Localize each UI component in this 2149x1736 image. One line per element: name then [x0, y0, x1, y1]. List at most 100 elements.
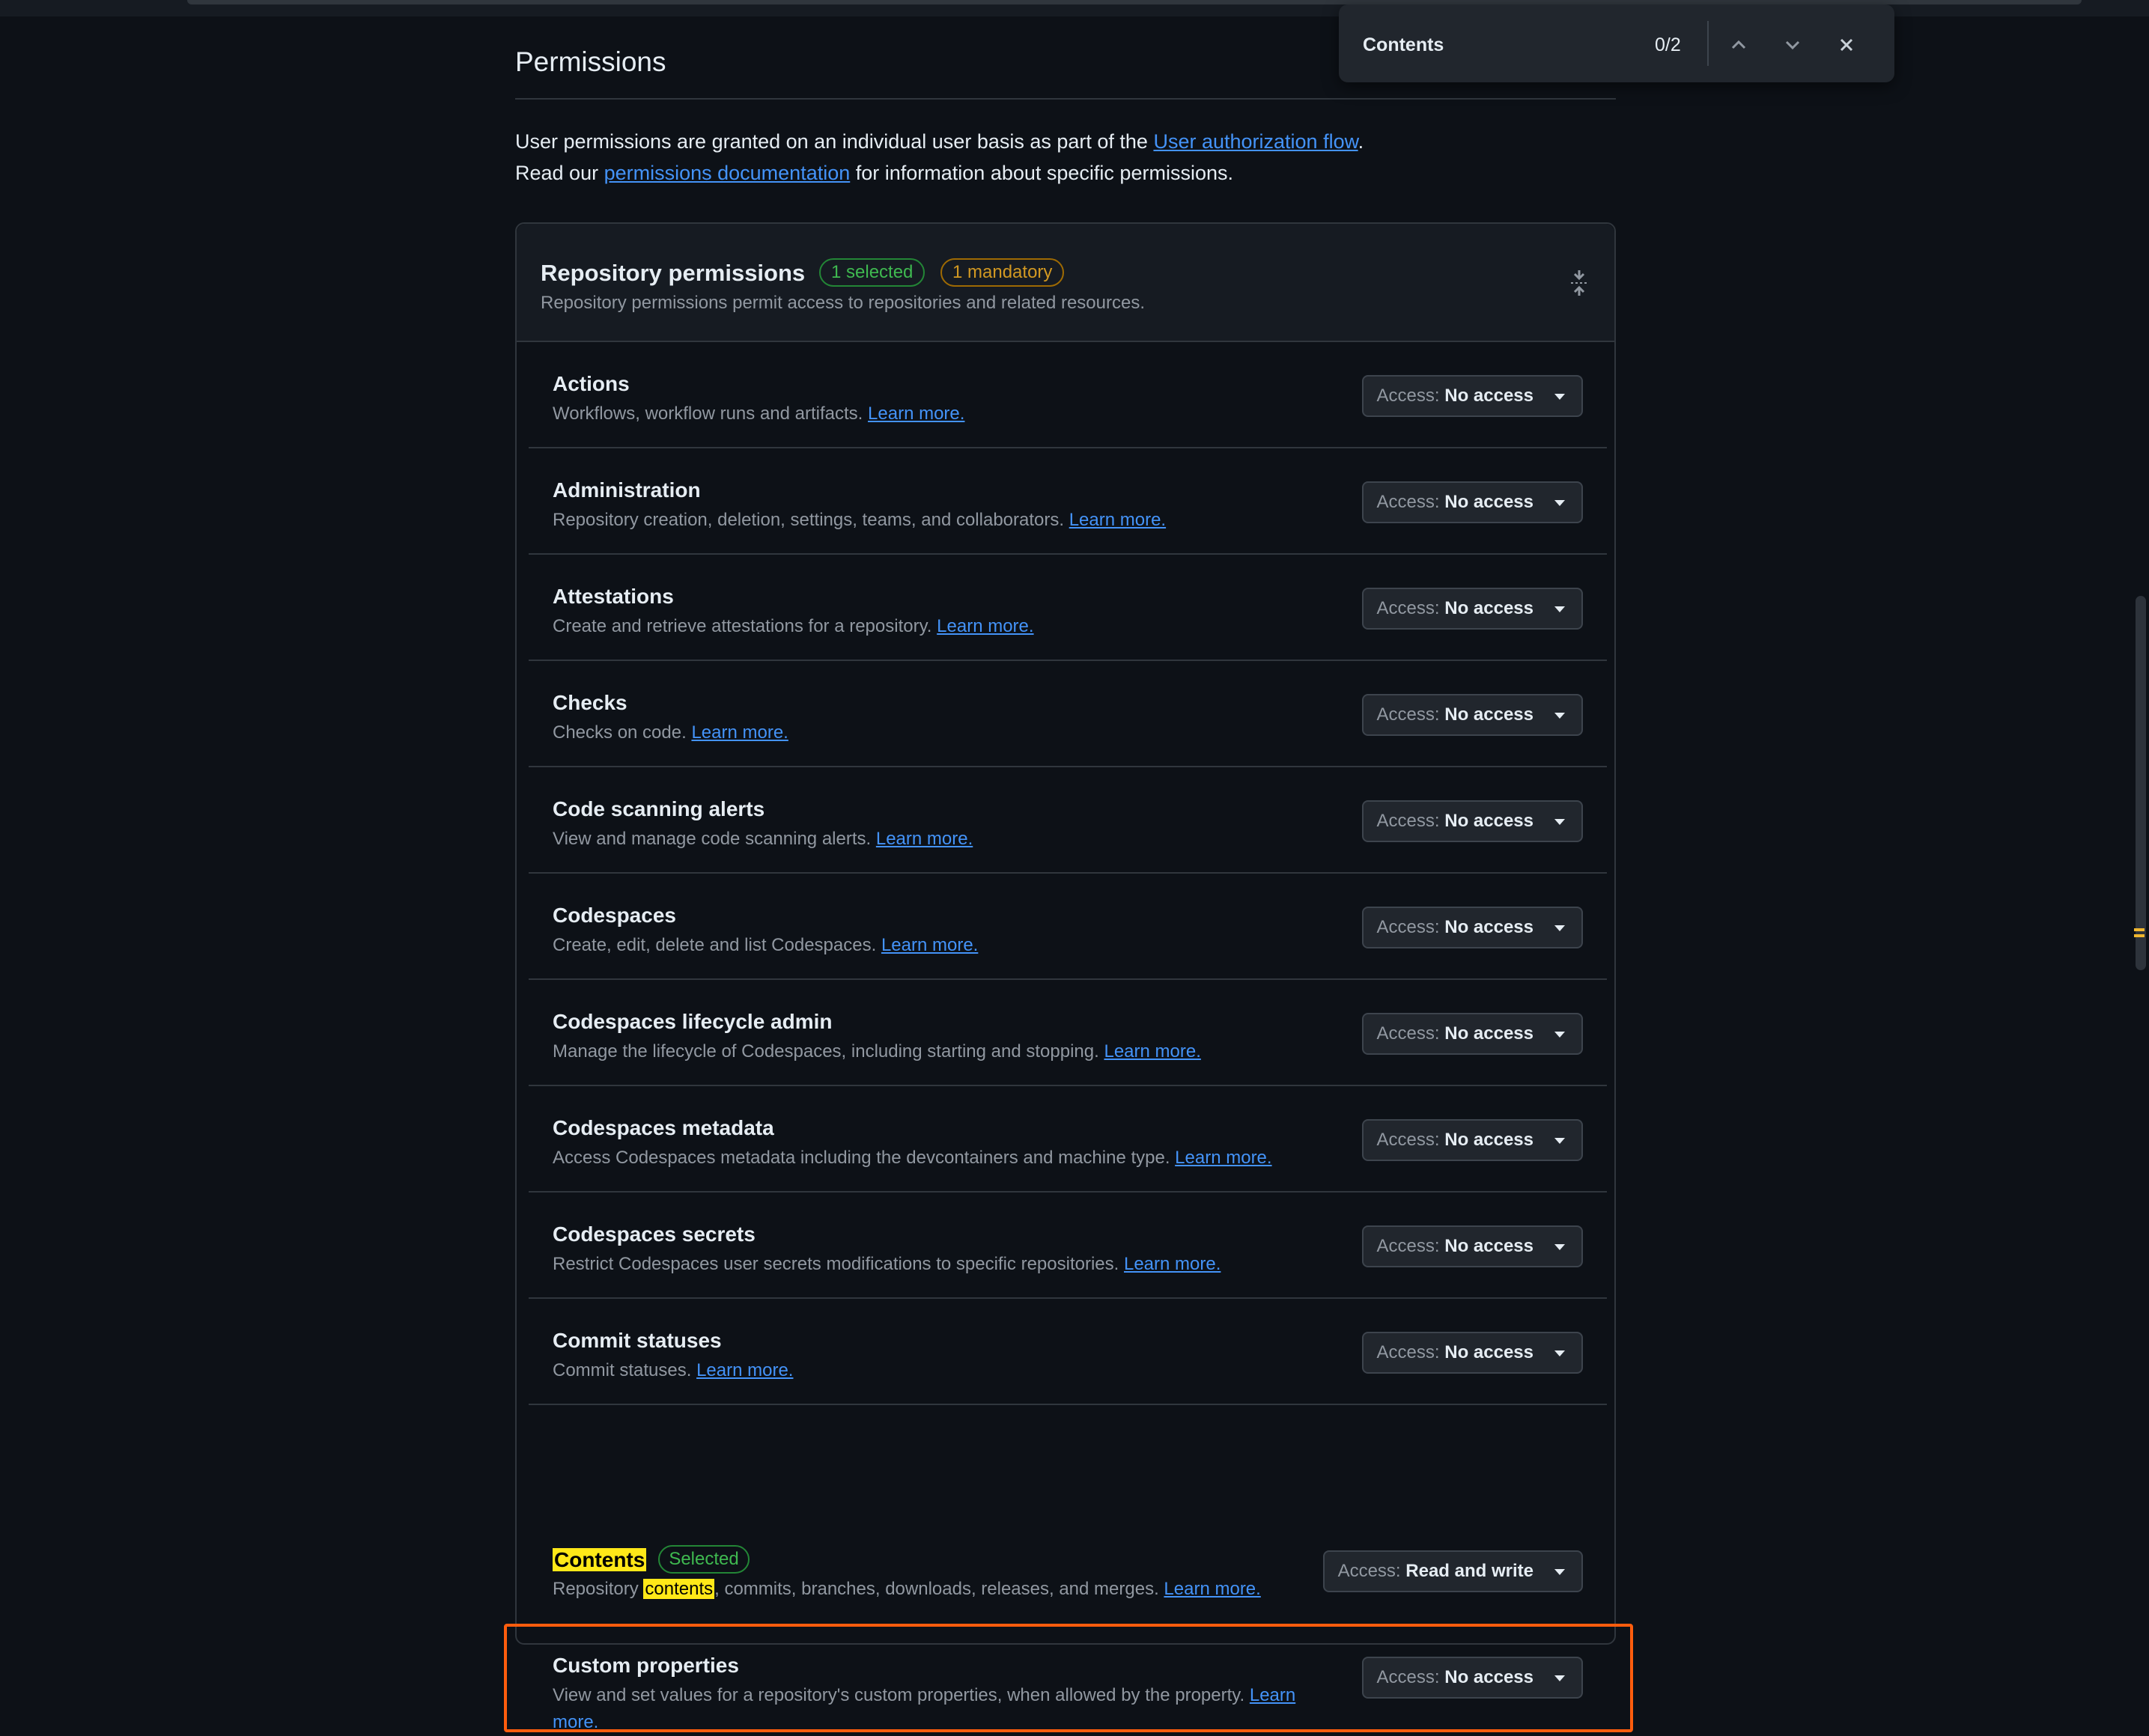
permission-description: Manage the lifecycle of Codespaces, incl… [553, 1038, 1346, 1065]
permission-description: Repository creation, deletion, settings,… [553, 507, 1346, 534]
access-value: No access [1444, 598, 1534, 618]
access-label: Access: [1376, 1342, 1440, 1362]
access-dropdown[interactable]: Access: No access [1361, 588, 1583, 630]
permission-description: Checks on code. Learn more. [553, 719, 1346, 746]
permission-name: Codespaces [553, 904, 676, 927]
intro-text: for information about specific permissio… [850, 162, 1233, 184]
permission-name: Code scanning alerts [553, 797, 765, 820]
permission-name: Codespaces secrets [553, 1222, 756, 1246]
desc-text: Workflows, workflow runs and artifacts. [553, 403, 863, 424]
permission-description: Access Codespaces metadata including the… [553, 1145, 1346, 1172]
access-value: No access [1444, 1023, 1534, 1044]
triangle-down-icon [1554, 1675, 1565, 1681]
find-highlight: contents [643, 1579, 715, 1599]
permission-row: Commit statuses Commit statuses. Learn mo… [529, 1299, 1607, 1405]
find-input[interactable]: Contents [1363, 34, 1444, 56]
close-icon[interactable] [1832, 30, 1861, 60]
permissions-intro: User permissions are granted on an indiv… [515, 126, 1616, 189]
access-label: Access: [1376, 386, 1440, 406]
permission-name: Checks [553, 691, 627, 714]
learn-more-link[interactable]: Learn more. [1164, 1579, 1260, 1599]
permission-name: Administration [553, 478, 701, 502]
selected-badge: Selected [658, 1545, 750, 1574]
permission-row: Code scanning alerts View and manage code… [529, 767, 1607, 874]
permissions-documentation-link[interactable]: permissions documentation [604, 162, 851, 184]
access-value: No access [1444, 811, 1534, 831]
access-dropdown[interactable]: Access: No access [1361, 907, 1583, 948]
desc-text: Repository creation, deletion, settings,… [553, 510, 1065, 530]
triangle-down-icon [1554, 1138, 1565, 1144]
chevron-up-icon[interactable] [1724, 30, 1754, 60]
desc-text: Manage the lifecycle of Codespaces, incl… [553, 1041, 1099, 1062]
repository-permissions-panel: Repository permissions 1 selected 1 mand… [504, 222, 1633, 1732]
access-value: No access [1444, 1236, 1534, 1256]
intro-text: Read our [515, 162, 604, 184]
desc-text: View and manage code scanning alerts. [553, 829, 872, 849]
learn-more-link[interactable]: Learn more. [1175, 1148, 1271, 1168]
permission-name: Commit statuses [553, 1329, 722, 1352]
learn-more-link[interactable]: Learn more. [696, 1360, 793, 1380]
fold-icon[interactable] [1568, 269, 1590, 297]
learn-more-link[interactable]: Learn more. [876, 829, 973, 849]
triangle-down-icon [1554, 925, 1565, 931]
access-dropdown[interactable]: Access: No access [1361, 1657, 1583, 1699]
chevron-down-icon[interactable] [1778, 30, 1808, 60]
desc-text: Repository [553, 1579, 644, 1599]
access-dropdown[interactable]: Access: Read and write [1322, 1550, 1583, 1592]
panel-description: Repository permissions permit access to … [541, 293, 1146, 313]
permission-row-contents: Contents Selected Repository contents, co… [529, 1517, 1607, 1624]
panel-header: Repository permissions 1 selected 1 mand… [517, 224, 1614, 342]
access-label: Access: [1337, 1561, 1401, 1581]
selected-count-badge: 1 selected [819, 258, 925, 287]
access-dropdown[interactable]: Access: No access [1361, 1225, 1583, 1267]
desc-text: Create and retrieve attestations for a r… [553, 616, 932, 636]
access-dropdown[interactable]: Access: No access [1361, 481, 1583, 523]
access-dropdown[interactable]: Access: No access [1361, 375, 1583, 417]
permission-row: Checks Checks on code. Learn more. Access:… [529, 661, 1607, 767]
desc-text: , commits, branches, downloads, releases… [714, 1579, 1159, 1599]
find-in-page-bar: Contents 0/2 [1339, 4, 1894, 82]
access-dropdown[interactable]: Access: No access [1361, 1332, 1583, 1374]
access-value: No access [1444, 386, 1534, 406]
access-value: No access [1444, 1342, 1534, 1362]
learn-more-link[interactable]: Learn more. [1069, 510, 1166, 530]
permission-description: Repository contents, commits, branches, … [553, 1576, 1346, 1603]
title-divider [515, 98, 1616, 100]
access-dropdown[interactable]: Access: No access [1361, 800, 1583, 842]
learn-more-link[interactable]: Learn more. [691, 722, 788, 743]
access-dropdown[interactable]: Access: No access [1361, 694, 1583, 736]
find-match-count: 0/2 [1655, 34, 1681, 55]
access-value: No access [1444, 1667, 1534, 1687]
access-dropdown[interactable]: Access: No access [1361, 1119, 1583, 1161]
learn-more-link[interactable]: Learn more. [1124, 1254, 1221, 1274]
permission-row: Codespaces Create, edit, delete and list … [529, 874, 1607, 980]
page-scrollbar[interactable] [2136, 596, 2146, 970]
access-value: No access [1444, 917, 1534, 937]
user-authorization-flow-link[interactable]: User authorization flow [1153, 130, 1358, 153]
learn-more-link[interactable]: Learn more. [881, 935, 978, 955]
page-title: Permissions [515, 46, 666, 77]
triangle-down-icon [1554, 713, 1565, 719]
desc-text: Access Codespaces metadata including the… [553, 1148, 1170, 1168]
permission-name: Custom properties [553, 1654, 739, 1677]
access-label: Access: [1376, 1667, 1440, 1687]
permission-name: Contents Selected [553, 1545, 750, 1576]
desc-text: Restrict Codespaces user secrets modific… [553, 1254, 1119, 1274]
panel-title: Repository permissions [541, 260, 806, 286]
learn-more-link[interactable]: Learn more. [868, 403, 964, 424]
intro-text: User permissions are granted on an indiv… [515, 130, 1154, 153]
permission-description: Create, edit, delete and list Codespaces… [553, 932, 1346, 959]
desc-text: View and set values for a repository's c… [553, 1685, 1245, 1705]
find-match-marker [2134, 928, 2145, 931]
learn-more-link[interactable]: Learn more. [1104, 1041, 1200, 1062]
access-dropdown[interactable]: Access: No access [1361, 1013, 1583, 1055]
permission-description: Restrict Codespaces user secrets modific… [553, 1251, 1346, 1278]
permission-row: Codespaces metadata Access Codespaces met… [529, 1086, 1607, 1193]
permission-description: Commit statuses. Learn more. [553, 1357, 1346, 1384]
triangle-down-icon [1554, 394, 1565, 400]
triangle-down-icon [1554, 1569, 1565, 1575]
triangle-down-icon [1554, 1244, 1565, 1250]
learn-more-link[interactable]: Learn more. [937, 616, 1033, 636]
permission-name: Actions [553, 372, 630, 395]
access-label: Access: [1376, 598, 1440, 618]
